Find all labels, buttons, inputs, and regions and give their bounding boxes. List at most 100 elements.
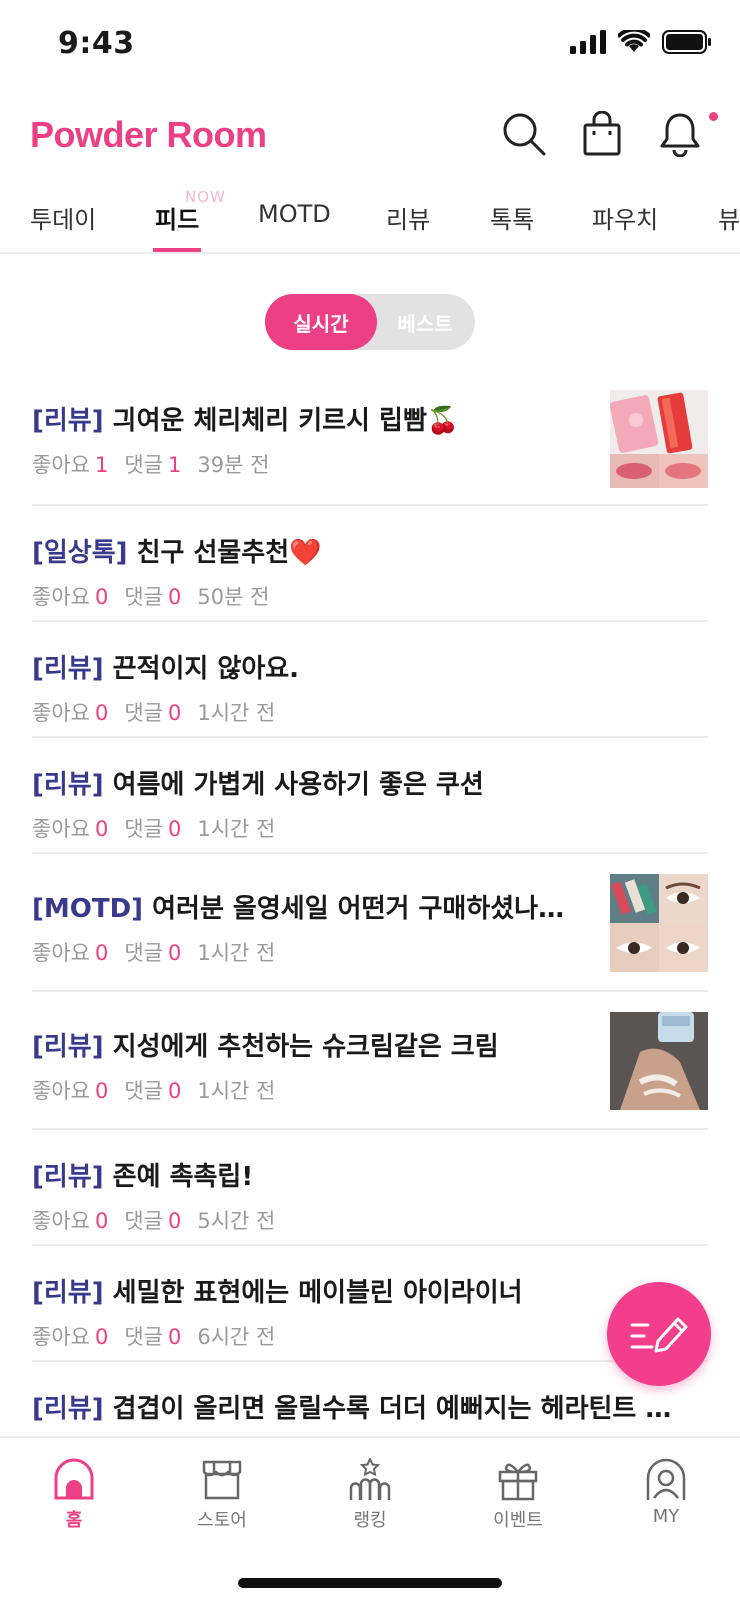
post-title: [MOTD] 여러분 올영세일 어떤거 구매하셨나… [32, 888, 596, 925]
comments-count: 0 [167, 1209, 182, 1233]
tab-review[interactable]: 리뷰 [386, 200, 430, 235]
post-time: 1시간 전 [197, 1079, 276, 1103]
post-time: 39분 전 [197, 453, 270, 477]
tab-motd[interactable]: MOTD [258, 200, 331, 228]
home-icon [54, 1458, 94, 1500]
post-time: 1시간 전 [197, 941, 276, 965]
post-time: 50분 전 [197, 585, 270, 609]
post-category: [리뷰] [32, 1162, 104, 1192]
shopping-bag-icon [583, 111, 621, 156]
nav-label: 스토어 [197, 1510, 247, 1531]
shopping-bag-button[interactable] [578, 110, 626, 158]
tab-feed-label: 피드 [155, 206, 200, 234]
nav-ranking[interactable]: 랭킹 [310, 1458, 430, 1532]
search-icon [503, 113, 546, 156]
post-time: 1시간 전 [197, 701, 276, 725]
likes-label: 좋아요 [32, 1079, 90, 1103]
likes-count: 0 [94, 1209, 109, 1233]
tab-pouch[interactable]: 파우치 [592, 200, 658, 235]
comments-label: 댓글 [124, 453, 163, 477]
eye-makeup-image [610, 874, 708, 972]
post-meta: 좋아요 0 댓글 0 6시간 전 [32, 1321, 588, 1351]
post-time: 5시간 전 [197, 1209, 276, 1233]
nav-event[interactable]: 이벤트 [458, 1458, 578, 1532]
post-meta: 좋아요 0 댓글 0 50분 전 [32, 581, 708, 611]
post-title-text: 존예 촉촉립! [112, 1162, 254, 1192]
bell-icon [660, 113, 700, 157]
home-indicator [238, 1578, 502, 1588]
post-meta: 좋아요 0 댓글 0 1시간 전 [32, 937, 596, 967]
app-header: Powder Room [0, 92, 740, 188]
search-button[interactable] [500, 110, 548, 158]
list-item[interactable]: [일상톡] 친구 선물추천❤️ 좋아요 0 댓글 0 50분 전 [32, 506, 708, 622]
tab-talk[interactable]: 톡톡 [490, 200, 534, 235]
sort-toggle[interactable]: 실시간 베스트 [265, 294, 475, 350]
comments-count: 0 [167, 1079, 182, 1103]
post-time: 6시간 전 [197, 1325, 276, 1349]
likes-count: 0 [94, 817, 109, 841]
post-title: [리뷰] 긔여운 체리체리 키르시 립빰🍒 [32, 400, 598, 437]
likes-label: 좋아요 [32, 701, 90, 725]
post-category: [리뷰] [32, 1032, 104, 1062]
post-thumbnail [610, 1012, 708, 1110]
tab-today[interactable]: 투데이 [30, 200, 96, 235]
comments-label: 댓글 [124, 817, 163, 841]
post-category: [리뷰] [32, 406, 104, 436]
ranking-icon [349, 1458, 391, 1500]
wifi-icon [618, 30, 650, 52]
app-logo[interactable]: Powder Room [30, 114, 267, 156]
nav-label: 랭킹 [353, 1510, 387, 1531]
category-tabs: 투데이 NOW 피드 MOTD 리뷰 톡톡 파우치 뷰 [0, 188, 740, 254]
pencil-icon [630, 1317, 688, 1353]
post-category: [리뷰] [32, 1278, 104, 1308]
list-item[interactable]: [리뷰] 세밀한 표현에는 메이블린 아이라이너 좋아요 0 댓글 0 6시간 전 [32, 1246, 708, 1362]
list-item[interactable]: [리뷰] 존예 촉촉립! 좋아요 0 댓글 0 5시간 전 [32, 1130, 708, 1246]
tab-beauty[interactable]: 뷰 [718, 200, 740, 235]
list-item[interactable]: [리뷰] 겹겹이 올리면 올릴수록 더더 예뻐지는 헤라틴트 … [32, 1362, 708, 1442]
post-title-text: 세밀한 표현에는 메이블린 아이라이너 [112, 1278, 523, 1308]
list-item[interactable]: [리뷰] 끈적이지 않아요. 좋아요 0 댓글 0 1시간 전 [32, 622, 708, 738]
status-bar: 9:43 [0, 0, 740, 92]
post-category: [일상톡] [32, 538, 128, 568]
post-category: [MOTD] [32, 894, 144, 924]
post-title: [리뷰] 겹겹이 올리면 올릴수록 더더 예뻐지는 헤라틴트 … [32, 1388, 708, 1425]
post-title-text: 여러분 올영세일 어떤거 구매하셨나… [152, 894, 565, 924]
list-item[interactable]: [리뷰] 지성에게 추천하는 슈크림같은 크림 좋아요 0 댓글 0 1시간 전 [32, 992, 708, 1130]
nav-home[interactable]: 홈 [14, 1458, 134, 1532]
tab-feed[interactable]: NOW 피드 [155, 188, 225, 235]
header-actions [500, 110, 718, 158]
nav-label: 이벤트 [493, 1510, 543, 1531]
likes-count: 0 [94, 1325, 109, 1349]
likes-count: 0 [94, 585, 109, 609]
post-meta: 좋아요 1 댓글 1 39분 전 [32, 449, 598, 479]
post-thumbnail [610, 874, 708, 972]
toggle-best[interactable]: 베스트 [375, 294, 475, 350]
comments-count: 1 [167, 453, 182, 477]
feed-list: [리뷰] 긔여운 체리체리 키르시 립빰🍒 좋아요 1 댓글 1 39분 전 [일상톡]… [32, 370, 708, 1442]
notifications-button[interactable] [656, 110, 718, 158]
battery-icon [662, 30, 711, 54]
nav-my[interactable]: MY [606, 1458, 726, 1527]
list-item[interactable]: [리뷰] 긔여운 체리체리 키르시 립빰🍒 좋아요 1 댓글 1 39분 전 [32, 370, 708, 506]
comments-label: 댓글 [124, 701, 163, 725]
post-meta: 좋아요 0 댓글 0 1시간 전 [32, 813, 708, 843]
list-item[interactable]: [MOTD] 여러분 올영세일 어떤거 구매하셨나… 좋아요 0 댓글 0 1시간 전 [32, 854, 708, 992]
post-thumbnail [610, 390, 708, 488]
write-post-button[interactable] [607, 1282, 711, 1386]
likes-count: 0 [94, 1079, 109, 1103]
post-title-text: 긔여운 체리체리 키르시 립빰🍒 [112, 406, 460, 436]
comments-label: 댓글 [124, 585, 163, 609]
nav-label: 홈 [65, 1510, 83, 1531]
post-title-text: 겹겹이 올리면 올릴수록 더더 예뻐지는 헤라틴트 … [112, 1394, 672, 1424]
post-title: [리뷰] 지성에게 추천하는 슈크림같은 크림 [32, 1026, 596, 1063]
comments-label: 댓글 [124, 941, 163, 965]
post-meta: 좋아요 0 댓글 0 5시간 전 [32, 1205, 708, 1235]
post-title-text: 여름에 가볍게 사용하기 좋은 쿠션 [112, 770, 484, 800]
post-title: [일상톡] 친구 선물추천❤️ [32, 532, 708, 569]
post-title-text: 지성에게 추천하는 슈크림같은 크림 [112, 1032, 499, 1062]
store-icon [202, 1460, 242, 1500]
list-item[interactable]: [리뷰] 여름에 가볍게 사용하기 좋은 쿠션 좋아요 0 댓글 0 1시간 전 [32, 738, 708, 854]
nav-store[interactable]: 스토어 [162, 1458, 282, 1532]
toggle-realtime[interactable]: 실시간 [265, 294, 377, 350]
cream-swatch-image [610, 1012, 708, 1110]
